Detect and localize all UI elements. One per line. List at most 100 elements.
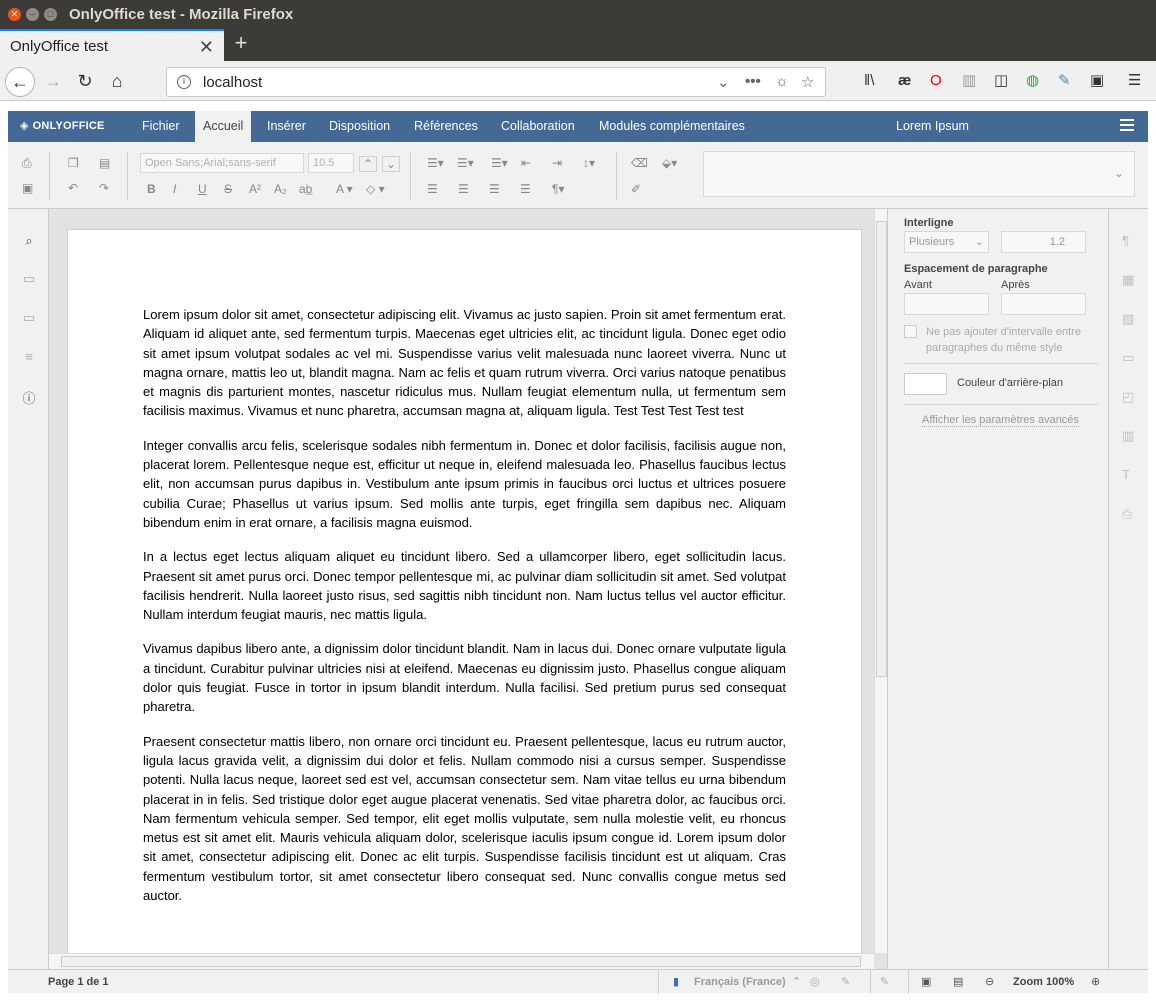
zoom-level[interactable]: Zoom 100%: [1013, 970, 1074, 994]
language-select[interactable]: Français (France): [694, 970, 786, 994]
increase-indent-icon[interactable]: ⇥: [552, 156, 562, 170]
vertical-scroll-thumb[interactable]: [876, 221, 887, 677]
search-icon[interactable]: ⌕: [20, 233, 38, 251]
shape-settings-icon[interactable]: ◰: [1122, 389, 1134, 405]
tab-modules[interactable]: Modules complémentaires: [591, 111, 753, 142]
tab-collaboration[interactable]: Collaboration: [493, 111, 583, 142]
format-painter-icon[interactable]: ✐: [631, 182, 641, 196]
page-actions-icon[interactable]: •••: [745, 73, 761, 90]
reload-button[interactable]: ↻: [70, 67, 100, 97]
font-name-combo[interactable]: Open Sans;Arial;sans-serif: [140, 153, 304, 173]
info-icon[interactable]: i: [177, 75, 191, 89]
hamburger-menu-icon[interactable]: [1120, 119, 1134, 133]
save-icon[interactable]: ▣: [22, 181, 33, 195]
multilevel-list-icon[interactable]: ☰▾: [491, 156, 508, 170]
chevron-up-icon[interactable]: ⌃: [792, 970, 801, 994]
minimize-window-icon[interactable]: –: [26, 8, 39, 21]
line-spacing-value-input[interactable]: 1.2: [1001, 231, 1086, 253]
sidebar-icon[interactable]: ◫: [994, 70, 1008, 92]
paragraph[interactable]: In a lectus eget lectus aliquam aliquet …: [143, 547, 786, 624]
paragraph[interactable]: Vivamus dapibus libero ante, a dignissim…: [143, 639, 786, 716]
highlight-icon[interactable]: ab̲: [299, 182, 312, 196]
line-spacing-icon[interactable]: ↕▾: [583, 156, 595, 170]
url-text[interactable]: localhost: [203, 74, 262, 91]
italic-icon[interactable]: I: [173, 182, 176, 196]
line-spacing-type-select[interactable]: Plusieurs ⌄: [904, 231, 989, 253]
decrease-size-icon[interactable]: ⌄: [382, 156, 400, 172]
tracking-protection-icon[interactable]: ☼: [775, 73, 789, 90]
fit-page-icon[interactable]: ▣: [921, 970, 931, 994]
decrease-indent-icon[interactable]: ⇤: [521, 156, 531, 170]
redo-icon[interactable]: ↷: [99, 181, 109, 195]
paste-icon[interactable]: ▤: [99, 156, 110, 170]
spacing-after-input[interactable]: [1001, 293, 1086, 315]
tab-disposition[interactable]: Disposition: [321, 111, 398, 142]
back-button[interactable]: ←: [5, 67, 35, 97]
copy-icon[interactable]: ❐: [68, 156, 79, 170]
increase-size-icon[interactable]: ⌃: [359, 156, 377, 172]
eyedropper-icon[interactable]: ✎: [1058, 70, 1071, 92]
text-art-icon[interactable]: T: [1122, 467, 1130, 482]
header-footer-icon[interactable]: ▭: [1122, 350, 1134, 366]
strikethrough-icon[interactable]: S: [224, 182, 232, 196]
home-button[interactable]: ⌂: [102, 67, 132, 97]
maximize-window-icon[interactable]: □: [44, 8, 57, 21]
tab-accueil[interactable]: Accueil: [195, 111, 252, 142]
url-bar[interactable]: i localhost ⌄ ••• ☼ ☆: [166, 67, 826, 97]
tab-inserer[interactable]: Insérer: [259, 111, 314, 142]
print-icon[interactable]: ⎙: [22, 156, 32, 170]
tab-fichier[interactable]: Fichier: [134, 111, 188, 142]
paragraph[interactable]: Integer convallis arcu felis, scelerisqu…: [143, 436, 786, 532]
paragraph[interactable]: Praesent consectetur mattis libero, non …: [143, 732, 786, 906]
tab-references[interactable]: Références: [406, 111, 486, 142]
close-tab-icon[interactable]: ✕: [199, 37, 214, 58]
navigation-icon[interactable]: ≡: [20, 349, 38, 367]
about-icon[interactable]: ⓘ: [20, 388, 38, 406]
chart-settings-icon[interactable]: ▥: [1122, 428, 1134, 444]
reader-icon[interactable]: ▥: [962, 70, 976, 92]
document-body[interactable]: Lorem ipsum dolor sit amet, consectetur …: [143, 305, 786, 920]
menu-icon[interactable]: ☰: [1128, 70, 1141, 92]
color-extension-icon[interactable]: ◍: [1026, 70, 1039, 92]
opera-extension-icon[interactable]: O: [930, 70, 942, 92]
underline-icon[interactable]: U: [198, 182, 207, 196]
no-interval-checkbox[interactable]: [904, 325, 917, 338]
clear-style-icon[interactable]: ⌫: [631, 156, 648, 170]
align-left-icon[interactable]: ☰: [427, 182, 438, 196]
chevron-down-icon[interactable]: ⌄: [717, 73, 730, 91]
paragraph-settings-icon[interactable]: ¶: [1122, 233, 1129, 248]
subscript-icon[interactable]: A₂: [274, 182, 287, 196]
document-page[interactable]: Lorem ipsum dolor sit amet, consectetur …: [67, 229, 862, 989]
track-changes-icon[interactable]: ✎: [880, 970, 889, 994]
styles-gallery[interactable]: ⌄: [703, 151, 1135, 197]
library-icon[interactable]: ‖\: [864, 70, 874, 92]
page-info[interactable]: Page 1 de 1: [48, 970, 109, 994]
globe-icon[interactable]: ◎: [810, 970, 820, 994]
s-extension-icon[interactable]: ▣: [1090, 70, 1104, 92]
forward-button[interactable]: →: [38, 67, 68, 97]
font-size-combo[interactable]: 10.5: [308, 153, 354, 173]
zoom-in-icon[interactable]: ⊕: [1091, 970, 1100, 994]
shading-icon[interactable]: ◇ ▾: [366, 182, 385, 196]
close-window-icon[interactable]: ✕: [8, 8, 21, 21]
undo-icon[interactable]: ↶: [68, 181, 78, 195]
horizontal-scrollbar[interactable]: [49, 953, 874, 969]
numbered-list-icon[interactable]: ☰▾: [457, 156, 474, 170]
align-right-icon[interactable]: ☰: [489, 182, 500, 196]
align-center-icon[interactable]: ☰: [458, 182, 469, 196]
image-settings-icon[interactable]: ▨: [1122, 311, 1134, 327]
paragraph[interactable]: Lorem ipsum dolor sit amet, consectetur …: [143, 305, 786, 421]
background-color-swatch[interactable]: [904, 373, 947, 395]
comments-icon[interactable]: ▭: [20, 271, 38, 289]
bold-icon[interactable]: B: [147, 182, 156, 196]
spellcheck-icon[interactable]: ✎: [841, 970, 850, 994]
superscript-icon[interactable]: A²: [249, 182, 261, 196]
paragraph-marks-icon[interactable]: ¶▾: [552, 182, 564, 196]
zoom-out-icon[interactable]: ⊖: [985, 970, 994, 994]
chevron-down-icon[interactable]: ⌄: [1114, 166, 1124, 180]
table-settings-icon[interactable]: ▦: [1122, 272, 1134, 288]
copy-style-icon[interactable]: ⬙▾: [662, 156, 677, 170]
mail-merge-icon[interactable]: ⎙: [1122, 506, 1132, 522]
browser-tab[interactable]: OnlyOffice test ✕: [0, 29, 224, 61]
font-color-icon[interactable]: A ▾: [336, 182, 353, 196]
